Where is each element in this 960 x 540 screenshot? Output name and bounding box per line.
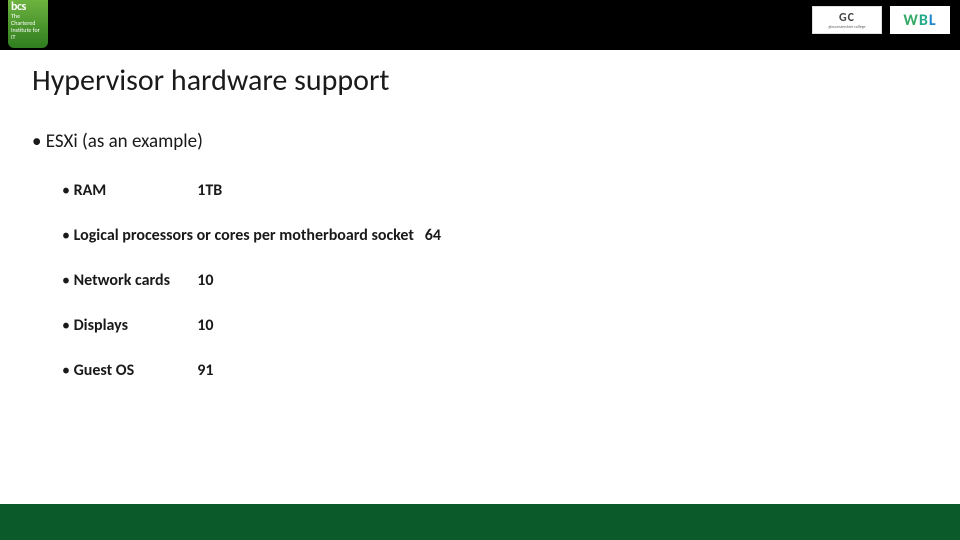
displays-value: 10 [197,316,213,335]
ram-value: 1TB [197,181,222,200]
bullet-guestos: Guest OS 91 [62,361,928,380]
slide-body: ESXi (as an example) RAM 1TB Logical pro… [32,130,928,406]
slide-title: Hypervisor hardware support [32,62,389,99]
cores-label: Logical processors or cores per motherbo… [74,226,414,245]
network-value: 10 [197,271,213,290]
top-bar: bcs The Chartered Institute for IT GC gl… [0,0,960,50]
gc-logo-subtext: gloucestershire college [828,25,865,30]
wbl-b: B [919,11,929,30]
bcs-logo-subtext: The Chartered Institute for IT [11,12,40,41]
displays-label: Displays [74,316,194,335]
bullet-cores: Logical processors or cores per motherbo… [62,226,928,245]
bullet-network: Network cards 10 [62,271,928,290]
bcs-logo: bcs The Chartered Institute for IT [8,0,48,48]
bottom-bar [0,504,960,540]
guestos-value: 91 [197,361,213,380]
wbl-l: L [929,11,937,30]
network-label: Network cards [74,271,194,290]
wbl-logo: WBL [890,6,950,34]
wbl-w: W [903,11,919,30]
bullet-intro: ESXi (as an example) [32,130,928,153]
intro-text: ESXi (as an example) [46,130,203,153]
guestos-label: Guest OS [74,361,194,380]
gc-logo-text: GC [839,11,855,25]
cores-value: 64 [425,226,441,245]
gc-logo: GC gloucestershire college [812,6,882,34]
bullet-ram: RAM 1TB [62,181,928,200]
right-logos: GC gloucestershire college WBL [812,6,950,34]
bullet-displays: Displays 10 [62,316,928,335]
ram-label: RAM [74,181,194,200]
bcs-logo-text: bcs [11,4,45,11]
